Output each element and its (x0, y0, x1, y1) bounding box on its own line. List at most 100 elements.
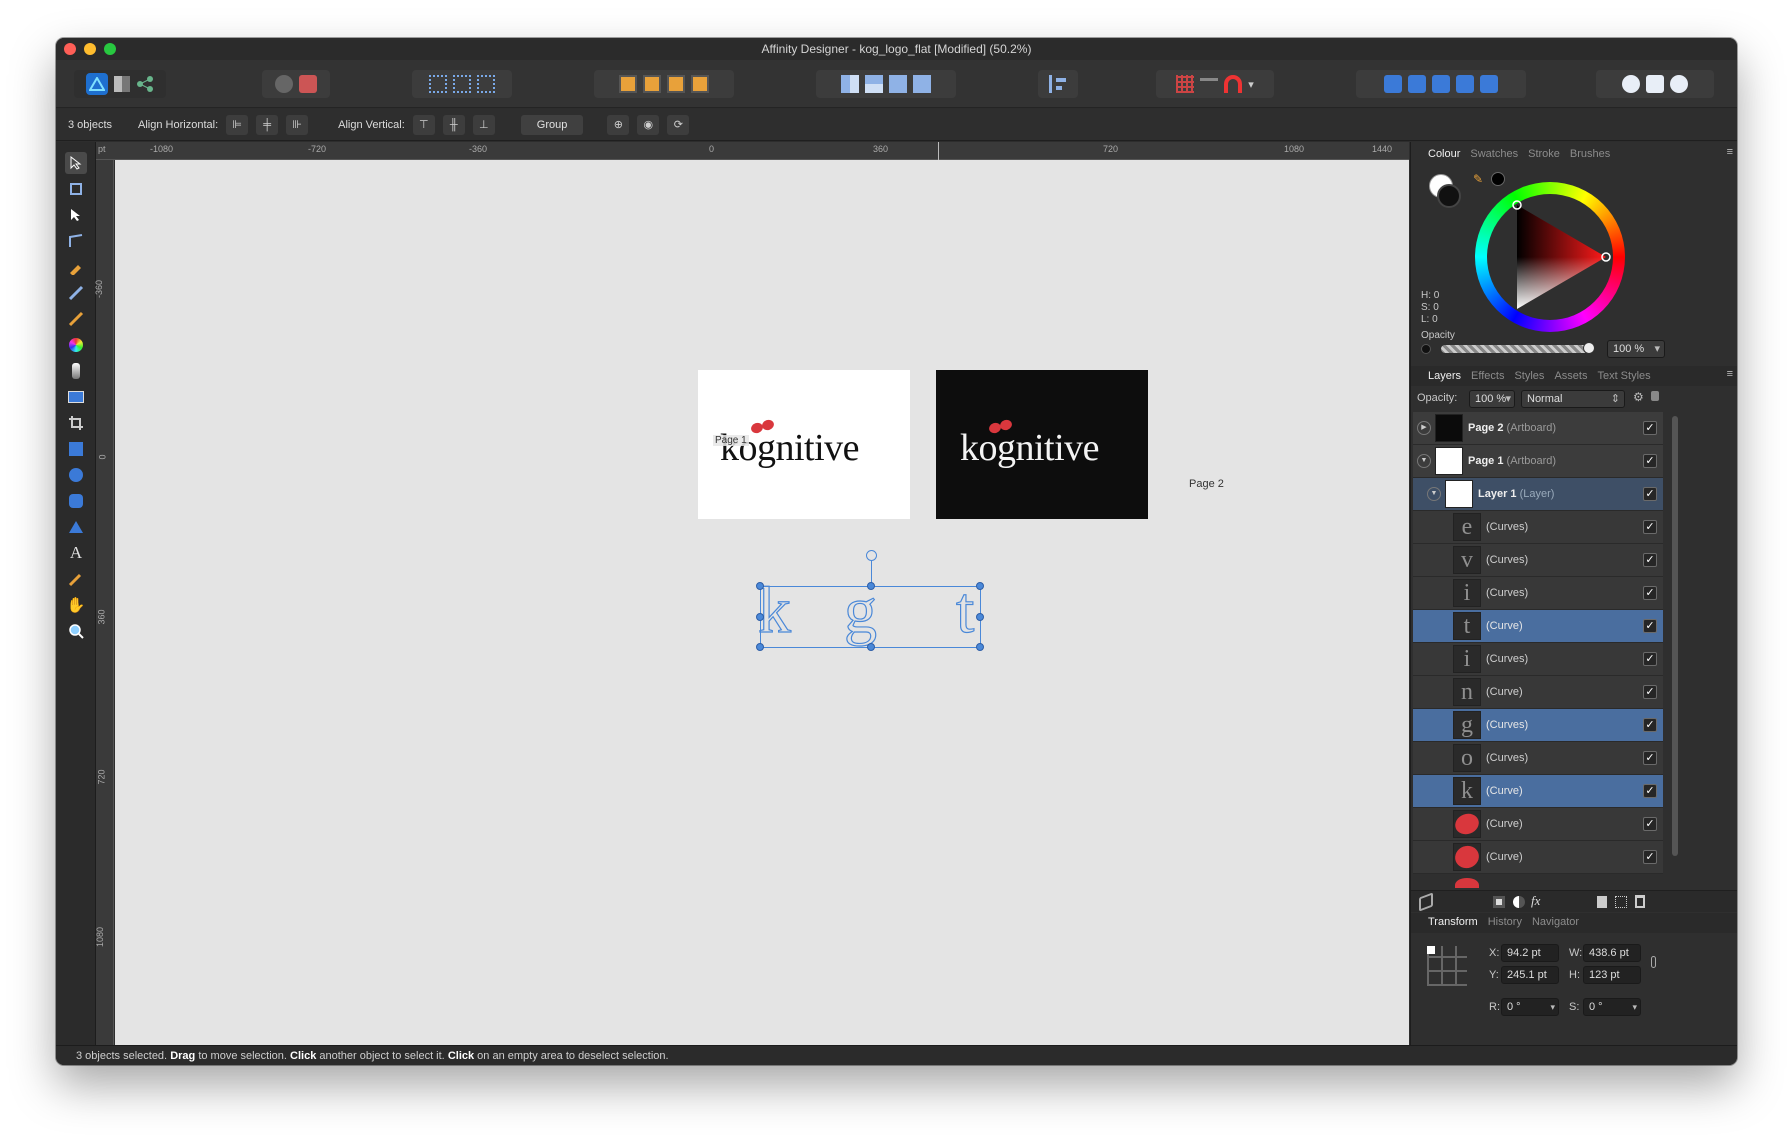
document-canvas[interactable]: kognitive Page 1 kognitive Page 2 k g t (115, 160, 1409, 1045)
selection-box[interactable]: k g t (756, 550, 984, 651)
w-field[interactable]: 438.6 pt (1583, 944, 1641, 962)
visibility-checkbox[interactable]: ✓ (1643, 718, 1657, 732)
layer-settings-icon[interactable]: ⚙ (1633, 390, 1644, 404)
add-layer-icon[interactable] (1597, 896, 1607, 908)
resize-handle[interactable] (756, 582, 764, 590)
transform-bounds-icon[interactable] (477, 75, 495, 93)
opacity-slider[interactable] (1441, 342, 1595, 354)
rotation-handle[interactable] (866, 550, 877, 561)
x-field[interactable]: 94.2 pt (1501, 944, 1559, 962)
tab-layers[interactable]: Layers (1423, 370, 1466, 382)
layer-row-layer-1[interactable]: ▼ Layer 1 (Layer) ✓ (1413, 478, 1663, 511)
ellipse-tool-icon[interactable] (65, 464, 87, 486)
tab-assets[interactable]: Assets (1549, 370, 1592, 382)
crop-tool-icon[interactable] (65, 412, 87, 434)
layers-stack-icon[interactable] (1419, 892, 1433, 912)
align-bottom-icon[interactable]: ⊥ (472, 114, 495, 135)
divide-icon[interactable] (1480, 75, 1498, 93)
artboard-2-label[interactable]: Page 2 (1189, 478, 1224, 490)
zoom-tool-icon[interactable] (65, 620, 87, 642)
expand-icon[interactable]: ▼ (1417, 454, 1431, 468)
align-center-icon[interactable]: ╪ (256, 114, 279, 135)
transform-objects-icon[interactable] (429, 75, 447, 93)
delete-layer-icon[interactable] (1635, 895, 1645, 908)
zoom-window-button[interactable] (104, 43, 116, 55)
resize-handle[interactable] (756, 613, 764, 621)
tab-stroke[interactable]: Stroke (1523, 148, 1565, 160)
pixel-persona-icon[interactable] (114, 76, 130, 92)
visibility-checkbox[interactable]: ✓ (1643, 685, 1657, 699)
rotate-left-icon[interactable] (889, 75, 907, 93)
place-image-icon[interactable] (65, 386, 87, 408)
layer-row-page-2[interactable]: ▶ Page 2 (Artboard) ✓ (1413, 412, 1663, 445)
layer-row-curve-k[interactable]: k (Curve) ✓ (1413, 775, 1663, 808)
artboard-1-label[interactable]: Page 1 (713, 435, 749, 446)
rounded-rectangle-tool-icon[interactable] (65, 490, 87, 512)
visibility-checkbox[interactable]: ✓ (1643, 487, 1657, 501)
layer-row-curves-g[interactable]: g (Curves) ✓ (1413, 709, 1663, 742)
layer-row-curve-dot-1[interactable]: (Curve) ✓ (1413, 808, 1663, 841)
tab-effects[interactable]: Effects (1466, 370, 1509, 382)
layer-opacity-dropdown-icon[interactable]: ▾ (1505, 391, 1511, 407)
anchor-selector[interactable] (1427, 946, 1467, 986)
tab-history[interactable]: History (1483, 916, 1527, 928)
r-dropdown-icon[interactable]: ▾ (1550, 999, 1555, 1015)
flip-horizontal-icon[interactable] (841, 75, 859, 93)
visibility-checkbox[interactable]: ✓ (1643, 619, 1657, 633)
insert-inside-icon[interactable] (1622, 75, 1640, 93)
visibility-checkbox[interactable]: ✓ (1643, 520, 1657, 534)
tab-navigator[interactable]: Navigator (1527, 916, 1584, 928)
layers-scrollbar[interactable] (1672, 416, 1678, 856)
visibility-checkbox[interactable]: ✓ (1643, 751, 1657, 765)
visibility-checkbox[interactable]: ✓ (1643, 652, 1657, 666)
fill-tool-icon[interactable] (65, 334, 87, 356)
blend-mode-select[interactable]: Normal ⇕ (1521, 390, 1625, 408)
layer-row-curve-n[interactable]: n (Curve) ✓ (1413, 676, 1663, 709)
resize-handle[interactable] (756, 643, 764, 651)
artboard-tool-icon[interactable] (65, 178, 87, 200)
flip-vertical-icon[interactable] (865, 75, 883, 93)
visibility-checkbox[interactable]: ✓ (1643, 850, 1657, 864)
move-forward-one-icon[interactable] (667, 75, 685, 93)
opacity-value-field[interactable]: 100 % ▾ (1607, 340, 1665, 358)
artboard-page-1[interactable]: kognitive Page 1 (698, 370, 910, 519)
pen-tool-icon[interactable] (65, 256, 87, 278)
adjustment-icon[interactable] (1513, 896, 1525, 908)
visibility-checkbox[interactable]: ✓ (1643, 421, 1657, 435)
resize-handle[interactable] (867, 643, 875, 651)
intersect-icon[interactable] (1432, 75, 1450, 93)
brush-tool-icon[interactable] (65, 308, 87, 330)
rectangle-tool-icon[interactable] (65, 438, 87, 460)
minimize-window-button[interactable] (84, 43, 96, 55)
align-right-icon[interactable]: ⊪ (286, 114, 309, 135)
subtract-icon[interactable] (1408, 75, 1426, 93)
cycle-selection-icon[interactable]: ⟳ (667, 114, 690, 135)
xor-icon[interactable] (1456, 75, 1474, 93)
h-field[interactable]: 123 pt (1583, 966, 1641, 984)
export-persona-icon[interactable] (136, 75, 154, 93)
layer-row-curves-i[interactable]: i (Curves) ✓ (1413, 577, 1663, 610)
s-dropdown-icon[interactable]: ▾ (1632, 999, 1637, 1015)
color-picker-icon[interactable] (65, 568, 87, 590)
align-middle-icon[interactable]: ╫ (442, 114, 465, 135)
s-field[interactable]: 0 ° ▾ (1583, 998, 1641, 1016)
transform-origin-button[interactable]: ⊕ (607, 114, 630, 135)
opacity-slider-knob[interactable] (1583, 342, 1595, 354)
grid-icon[interactable] (1176, 75, 1195, 93)
blend-mode-stepper-icon[interactable]: ⇕ (1611, 391, 1620, 407)
expand-icon[interactable]: ▶ (1417, 421, 1431, 435)
move-back-one-icon[interactable] (643, 75, 661, 93)
rotate-right-icon[interactable] (913, 75, 931, 93)
r-field[interactable]: 0 ° ▾ (1501, 998, 1559, 1016)
layer-row-curve-t[interactable]: t (Curve) ✓ (1413, 610, 1663, 643)
align-top-icon[interactable]: ⊤ (412, 114, 435, 135)
view-tool-icon[interactable]: ✋ (65, 594, 87, 616)
visibility-checkbox[interactable]: ✓ (1643, 586, 1657, 600)
resize-handle[interactable] (976, 613, 984, 621)
colour-wheel[interactable] (1475, 182, 1625, 332)
designer-persona-icon[interactable] (86, 73, 108, 95)
pencil-tool-icon[interactable] (65, 282, 87, 304)
layer-row-curves-i2[interactable]: i (Curves) ✓ (1413, 643, 1663, 676)
layer-row-page-1[interactable]: ▼ Page 1 (Artboard) ✓ (1413, 445, 1663, 478)
tab-styles[interactable]: Styles (1509, 370, 1549, 382)
